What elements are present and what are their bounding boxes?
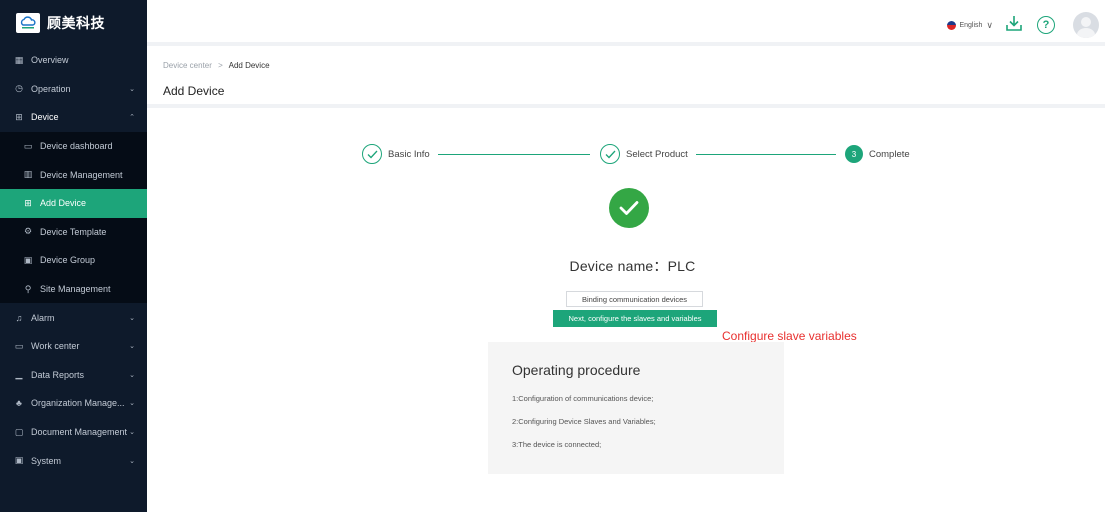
success-check-icon	[609, 188, 649, 228]
page-header: Device center > Add Device Add Device	[147, 50, 1105, 108]
sidebar-item-site-management[interactable]: ⚲ Site Management	[0, 274, 147, 304]
procedure-title: Operating procedure	[512, 362, 641, 378]
work-center-icon: ▭	[14, 340, 24, 351]
reports-icon: ▁	[15, 369, 23, 380]
check-circle-icon	[362, 144, 382, 164]
system-icon: ▣	[14, 455, 24, 466]
sidebar-item-label: Alarm	[31, 312, 55, 323]
sidebar-item-label: System	[31, 455, 62, 466]
check-circle-icon	[600, 144, 620, 164]
sidebar-item-device[interactable]: ⊞ Device ⌃	[0, 103, 147, 132]
chevron-down-icon: ⌄	[129, 457, 135, 465]
sidebar-item-label: Operation	[31, 83, 71, 94]
management-icon: ▥	[23, 169, 33, 180]
chevron-down-icon: ⌄	[129, 85, 135, 93]
step-label: Basic Info	[388, 148, 430, 160]
sidebar-item-document-management[interactable]: ▢ Document Management ⌄	[0, 418, 147, 447]
brand-name: 顾美科技	[47, 16, 105, 32]
operation-icon: ◷	[15, 83, 23, 94]
step-connector	[438, 154, 590, 155]
organization-icon: ♣	[16, 398, 22, 409]
sidebar-item-label: Data Reports	[31, 369, 85, 380]
chevron-down-icon: ⌄	[129, 400, 135, 408]
sidebar-item-label: Work center	[31, 341, 80, 352]
site-icon: ⚲	[24, 283, 32, 294]
step-number: 3	[845, 145, 863, 163]
device-name-value: PLC	[667, 258, 696, 274]
breadcrumb-parent[interactable]: Device center	[163, 61, 212, 70]
document-icon: ▢	[14, 426, 24, 437]
sidebar-item-label: Device Template	[40, 226, 107, 237]
sidebar-item-system[interactable]: ▣ System ⌄	[0, 446, 147, 475]
download-icon[interactable]	[1005, 14, 1023, 37]
sidebar-item-label: Document Management	[31, 427, 128, 438]
sidebar-item-device-management[interactable]: ▥ Device Management	[0, 160, 147, 189]
procedure-step: 1:Configuration of communications device…	[512, 394, 654, 403]
sidebar-item-organization-manage[interactable]: ♣ Organization Manage... ⌄	[0, 389, 147, 418]
language-label: English	[959, 21, 983, 29]
step-select-product: Select Product	[600, 144, 688, 164]
cloud-logo-icon	[16, 13, 40, 33]
overview-icon: ▦	[14, 54, 24, 65]
sidebar-item-device-dashboard[interactable]: ▭ Device dashboard	[0, 131, 147, 161]
chevron-up-icon: ⌃	[129, 114, 135, 122]
breadcrumb-current: Add Device	[228, 61, 270, 70]
sidebar-item-label: Device Management	[40, 169, 123, 180]
sidebar-item-label: Add Device	[40, 198, 87, 209]
progress-steps: Basic Info Select Product 3 Complete	[362, 144, 912, 166]
device-name-label: Device name	[569, 258, 654, 274]
avatar[interactable]	[1073, 12, 1099, 38]
step-label: Complete	[869, 148, 910, 160]
breadcrumb: Device center > Add Device	[163, 61, 270, 70]
sidebar-item-label: Device dashboard	[40, 141, 113, 152]
step-complete: 3 Complete	[845, 145, 910, 163]
chevron-down-icon: ⌄	[129, 371, 135, 379]
device-name-separator: ：	[653, 258, 668, 274]
page-title: Add Device	[163, 84, 225, 98]
device-icon: ⊞	[15, 111, 23, 122]
template-icon: ⚙	[23, 226, 33, 237]
sidebar-item-device-template[interactable]: ⚙ Device Template	[0, 217, 147, 247]
sidebar-item-label: Organization Manage...	[31, 398, 125, 409]
sidebar-item-operation[interactable]: ◷ Operation ⌄	[0, 75, 147, 104]
step-basic-info: Basic Info	[362, 144, 430, 164]
app-root: 顾美科技 ▦ Overview ◷ Operation ⌄ ⊞ Device ⌃ ▭ Device…	[0, 0, 1105, 512]
step-connector	[696, 154, 836, 155]
procedure-step: 2:Configuring Device Slaves and Variable…	[512, 417, 656, 426]
help-icon[interactable]: ?	[1037, 16, 1055, 34]
chevron-down-icon: ⌄	[129, 429, 135, 437]
sidebar-item-alarm[interactable]: ♫ Alarm ⌄	[0, 303, 147, 332]
sidebar-item-label: Device	[31, 112, 59, 123]
sidebar-item-work-center[interactable]: ▭ Work center ⌄	[0, 332, 147, 361]
sidebar-item-add-device[interactable]: ⊞ Add Device	[0, 188, 147, 218]
sidebar-item-label: Overview	[31, 55, 69, 66]
top-header: English ∨ ?	[147, 0, 1105, 46]
sidebar-item-overview[interactable]: ▦ Overview	[0, 46, 147, 75]
chevron-down-icon: ⌄	[129, 343, 135, 351]
us-flag-icon	[947, 20, 957, 30]
binding-devices-button[interactable]: Binding communication devices	[566, 291, 703, 307]
add-device-icon: ⊞	[24, 197, 32, 208]
language-selector[interactable]: English ∨	[947, 20, 993, 31]
annotation-text: Configure slave variables	[722, 329, 857, 343]
sidebar-item-data-reports[interactable]: ▁ Data Reports ⌄	[0, 361, 147, 390]
chevron-down-icon: ⌄	[129, 314, 135, 322]
next-configure-button[interactable]: Next, configure the slaves and variables	[553, 310, 717, 327]
dashboard-icon: ▭	[23, 140, 33, 151]
header-actions: English ∨ ?	[947, 12, 1099, 38]
logo[interactable]: 顾美科技	[0, 0, 147, 46]
device-name: Device name：PLC	[0, 256, 1105, 276]
breadcrumb-separator: >	[218, 61, 223, 70]
procedure-step: 3:The device is connected;	[512, 440, 602, 449]
chevron-down-icon: ∨	[986, 19, 993, 30]
operating-procedure-panel: Operating procedure 1:Configuration of c…	[488, 342, 784, 474]
sidebar-item-label: Site Management	[40, 284, 111, 295]
alarm-icon: ♫	[15, 312, 23, 323]
step-label: Select Product	[626, 148, 688, 160]
